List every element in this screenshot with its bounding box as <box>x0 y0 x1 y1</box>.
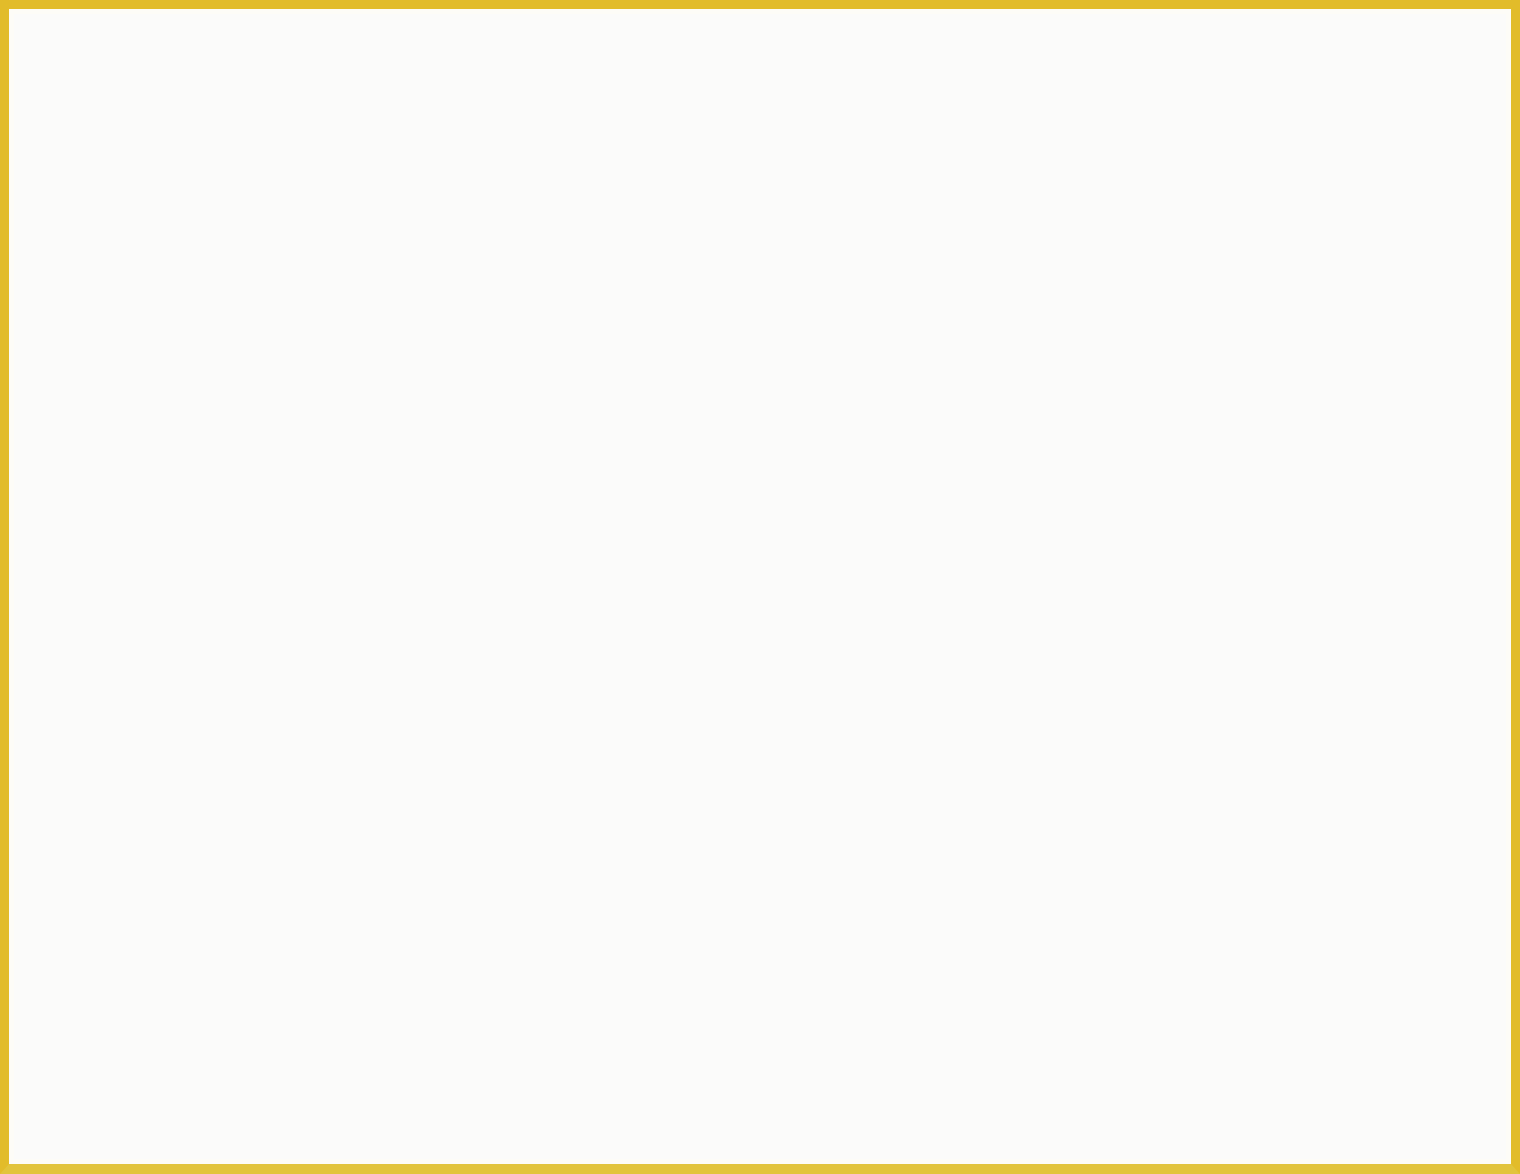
calendar-sheet <box>0 0 1520 1174</box>
